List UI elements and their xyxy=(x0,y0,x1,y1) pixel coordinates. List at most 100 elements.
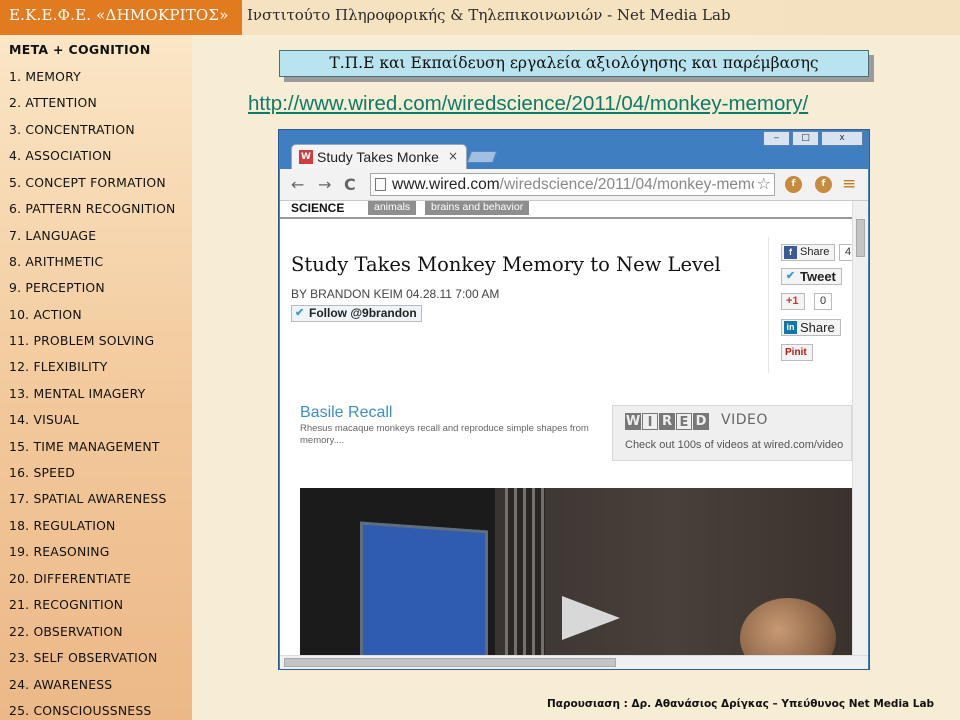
google-plus-label: +1 xyxy=(786,295,799,307)
top-header: Ε.Κ.Ε.Φ.Ε. «ΔΗΜΟΚΡΙΤΟΣ» Ινστιτούτο Πληρο… xyxy=(0,0,960,35)
video-cage-bars xyxy=(505,488,545,655)
sidebar-item-concept-formation: 5. CONCEPT FORMATION xyxy=(9,175,166,190)
back-arrow-icon[interactable]: ← xyxy=(291,175,304,194)
tag-animals[interactable]: animals xyxy=(368,201,417,215)
vertical-scrollbar[interactable] xyxy=(852,201,868,655)
maximize-button[interactable]: □ xyxy=(792,131,819,146)
tweet-label: Tweet xyxy=(800,269,836,284)
organization-name: Ε.Κ.Ε.Φ.Ε. «ΔΗΜΟΚΡΙΤΟΣ» xyxy=(0,0,242,35)
window-controls: ‒ □ x xyxy=(763,131,863,147)
video-touchscreen xyxy=(360,521,488,655)
wired-logo-letter: R xyxy=(659,413,675,430)
slide-title: Τ.Π.Ε και Εκπαίδευση εργαλεία αξιολόγηση… xyxy=(279,50,869,77)
wired-logo-letter: W xyxy=(625,413,641,430)
extension-icon[interactable]: f xyxy=(815,176,832,193)
follow-twitter-button[interactable]: ✔ Follow @9brandon xyxy=(291,305,422,322)
extension-icon[interactable]: f xyxy=(785,176,802,193)
sidebar-item-attention: 2. ATTENTION xyxy=(9,95,97,110)
wired-logo-letter: I xyxy=(642,413,658,430)
sidebar-item-observation: 22. OBSERVATION xyxy=(9,624,123,639)
wired-video-label: VIDEO xyxy=(721,412,768,428)
twitter-bird-icon: ✔ xyxy=(295,307,305,319)
tweet-button[interactable]: ✔ Tweet xyxy=(781,268,842,285)
horizontal-scrollbar[interactable] xyxy=(280,655,868,669)
address-text: www.wired.com/wiredscience/2011/04/monke… xyxy=(392,176,754,194)
sidebar-item-arithmetic: 8. ARITHMETIC xyxy=(9,254,104,269)
pinterest-label: Pinit xyxy=(785,347,807,358)
sidebar-item-awareness: 24. AWARENESS xyxy=(9,677,113,692)
sidebar-item-association: 4. ASSOCIATION xyxy=(9,148,112,163)
linkedin-share-button[interactable]: in Share xyxy=(781,319,841,336)
section-link-science[interactable]: SCIENCE xyxy=(291,201,344,215)
wired-logo-letter: D xyxy=(693,413,709,430)
minimize-button[interactable]: ‒ xyxy=(763,131,790,146)
vertical-scroll-thumb[interactable] xyxy=(856,219,865,257)
sidebar-item-speed: 16. SPEED xyxy=(9,465,75,480)
facebook-share-label: Share xyxy=(800,246,830,258)
address-path: /wiredscience/2011/04/monkey-memory/ xyxy=(499,176,754,193)
sidebar: META + COGNITION 1. MEMORY 2. ATTENTION … xyxy=(0,35,192,720)
google-plus-button[interactable]: +1 xyxy=(781,293,805,310)
twitter-icon: ✔ xyxy=(785,270,796,282)
video-description: Rhesus macaque monkeys recall and reprod… xyxy=(300,423,589,446)
sidebar-item-problem-solving: 11. PROBLEM SOLVING xyxy=(9,333,155,348)
tab-close-icon[interactable]: × xyxy=(448,149,458,163)
browser-window: ‒ □ x W Study Takes Monkey Memory to New… xyxy=(278,129,870,670)
sidebar-item-flexibility: 12. FLEXIBILITY xyxy=(9,359,108,374)
sidebar-item-reasoning: 19. REASONING xyxy=(9,544,110,559)
sidebar-title: META + COGNITION xyxy=(9,42,151,57)
wired-video-promo[interactable]: W I R E D VIDEO Check out 100s of videos… xyxy=(612,405,852,461)
new-tab-button[interactable] xyxy=(466,151,498,163)
bookmark-star-icon[interactable]: ☆ xyxy=(757,174,771,193)
sidebar-item-regulation: 18. REGULATION xyxy=(9,518,116,533)
facebook-icon: f xyxy=(784,246,797,259)
wired-video-check: Check out 100s of videos at wired.com/vi… xyxy=(625,439,844,451)
institute-name: Ινστιτούτο Πληροφορικής & Τηλεπικοινωνιώ… xyxy=(247,6,731,24)
sidebar-item-memory: 1. MEMORY xyxy=(9,69,81,84)
sidebar-item-recognition: 21. RECOGNITION xyxy=(9,597,124,612)
article-byline: BY BRANDON KEIM 04.28.11 7:00 AM xyxy=(291,287,500,301)
video-player[interactable] xyxy=(300,488,852,655)
reload-icon[interactable]: C xyxy=(344,175,356,194)
address-host: www.wired.com xyxy=(392,176,500,193)
sidebar-item-spatial-awareness: 17. SPATIAL AWARENESS xyxy=(9,491,167,506)
forward-arrow-icon[interactable]: → xyxy=(318,175,331,194)
address-bar[interactable]: www.wired.com/wiredscience/2011/04/monke… xyxy=(370,173,775,196)
linkedin-share-label: Share xyxy=(800,320,835,335)
tab-title: Study Takes Monkey Memory to New Level xyxy=(317,149,439,165)
horizontal-scroll-thumb[interactable] xyxy=(284,658,616,667)
pinterest-button[interactable]: Pinit xyxy=(781,344,813,361)
sidebar-item-action: 10. ACTION xyxy=(9,307,82,322)
share-column: f Share 4 ✔ Tweet +1 0 in Share Pinit xyxy=(768,237,852,373)
sidebar-item-perception: 9. PERCEPTION xyxy=(9,280,105,295)
sidebar-item-self-observation: 23. SELF OBSERVATION xyxy=(9,650,158,665)
article-link[interactable]: http://www.wired.com/wiredscience/2011/0… xyxy=(248,92,908,116)
follow-label: Follow @9brandon xyxy=(309,306,417,320)
linkedin-icon: in xyxy=(784,321,797,334)
facebook-share-button[interactable]: f Share xyxy=(781,244,836,261)
sidebar-item-time-management: 15. TIME MANAGEMENT xyxy=(9,439,160,454)
wired-logo-letter: E xyxy=(676,413,692,430)
page-icon xyxy=(375,178,386,191)
article-headline: Study Takes Monkey Memory to New Level xyxy=(291,253,721,276)
sidebar-item-consciousness: 25. CONSCIOUSSNESS xyxy=(9,703,152,718)
category-nav: SCIENCE animals brains and behavior xyxy=(280,201,852,219)
close-window-button[interactable]: x xyxy=(821,131,863,146)
sidebar-item-differentiate: 20. DIFFERENTIATE xyxy=(9,571,132,586)
tag-brains-behavior[interactable]: brains and behavior xyxy=(425,201,530,215)
wired-favicon-icon: W xyxy=(299,150,313,164)
wired-logo: W I R E D xyxy=(625,413,709,430)
sidebar-item-visual: 14. VISUAL xyxy=(9,412,80,427)
sidebar-item-language: 7. LANGUAGE xyxy=(9,228,97,243)
google-plus-count: 0 xyxy=(814,293,833,310)
browser-tab[interactable]: W Study Takes Monkey Memory to New Level… xyxy=(291,144,467,169)
facebook-share-count: 4 xyxy=(839,244,852,261)
footer-credit: Παρουσιαση : Δρ. Αθανάσιος Δρίγκας – Υπε… xyxy=(547,698,935,710)
browser-toolbar: ← → C www.wired.com/wiredscience/2011/04… xyxy=(280,169,868,201)
sidebar-item-pattern-recognition: 6. PATTERN RECOGNITION xyxy=(9,201,176,216)
sidebar-item-mental-imagery: 13. MENTAL IMAGERY xyxy=(9,386,146,401)
video-shape xyxy=(562,596,620,640)
menu-icon[interactable]: ≡ xyxy=(842,174,856,194)
page-content: SCIENCE animals brains and behavior Stud… xyxy=(280,201,852,655)
video-title[interactable]: Basile Recall xyxy=(300,404,392,422)
